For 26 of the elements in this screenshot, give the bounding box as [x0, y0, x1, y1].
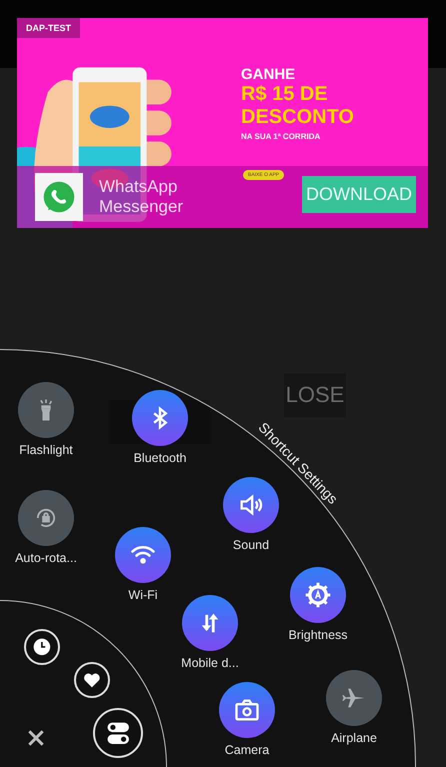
clock-button[interactable]: [24, 629, 60, 665]
ad-tag: DAP-TEST: [17, 18, 80, 38]
shortcut-label: Flashlight: [18, 443, 74, 457]
app-name: WhatsApp: [99, 177, 178, 197]
shortcut-label: Airplane: [330, 731, 378, 745]
download-button[interactable]: DOWNLOAD: [302, 176, 416, 213]
chat-app-icon: [35, 173, 83, 221]
shortcut-toggle[interactable]: [132, 390, 188, 446]
promo-headline: GANHE: [241, 66, 296, 83]
shortcut-label: Camera: [224, 743, 270, 757]
shortcut-settings-button[interactable]: [93, 708, 143, 758]
promo-discount: DESCONTO: [241, 106, 354, 129]
shortcut-label: Brightness: [287, 628, 349, 642]
shortcut-label: Wi-Fi: [127, 588, 159, 602]
shortcut-label: Mobile d...: [180, 656, 240, 670]
shortcut-label: Sound: [232, 538, 270, 552]
favorite-button[interactable]: [74, 662, 110, 698]
clock-icon: [32, 637, 52, 657]
sun-icon: [304, 581, 332, 609]
background-button[interactable]: LOSE: [284, 373, 346, 417]
close-icon: [26, 728, 46, 748]
promo-amount: R$ 15 DE: [241, 83, 329, 106]
app-subtitle: Messenger: [99, 197, 184, 217]
shortcut-label: Bluetooth: [132, 451, 188, 465]
promo-subline: NA SUA 1ª CORRIDA: [241, 132, 322, 141]
shortcut-label: Auto-rota...: [14, 551, 78, 565]
